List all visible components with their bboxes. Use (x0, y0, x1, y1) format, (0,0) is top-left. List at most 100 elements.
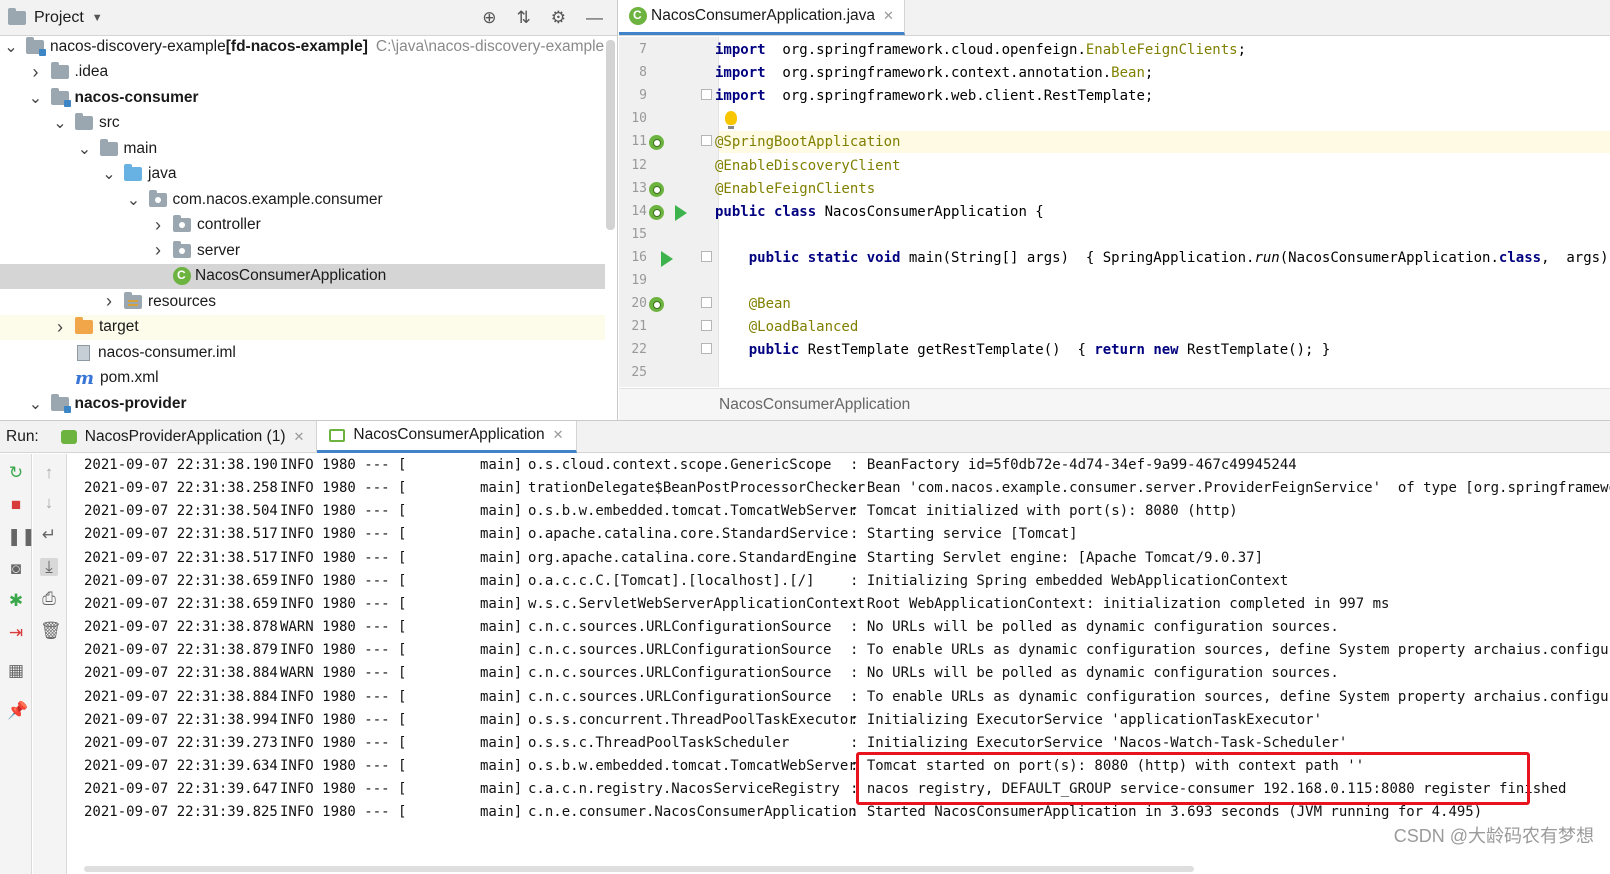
log-level: INFO 1980 --- [ (280, 595, 407, 612)
tree-item[interactable]: ›NacosConsumerApplication (0, 263, 605, 289)
log-thread: main] (480, 572, 523, 589)
log-time: 2021-09-07 22:31:38.879 (84, 642, 278, 659)
console-output[interactable]: 2021-09-07 22:31:38.190 INFO 1980 --- [ ma… (72, 454, 1610, 874)
spring-bean-icon[interactable] (649, 135, 664, 151)
run-icon[interactable] (675, 204, 687, 221)
fold-icon[interactable] (701, 89, 712, 101)
code-token: return new (1094, 342, 1179, 359)
log-time: 2021-09-07 22:31:38.190 (84, 457, 278, 473)
watermark: CSDN @大龄码农有梦想 (1393, 826, 1594, 846)
close-icon[interactable]: ✕ (883, 8, 894, 24)
log-thread: main] (480, 503, 523, 520)
line-number: 7 (639, 42, 647, 57)
pause-icon[interactable]: ❚❚ (7, 528, 36, 546)
tree-item[interactable]: ⌄ nacos-discovery-example [fd-nacos-examp… (0, 34, 605, 59)
log-level: INFO 1980 --- [ (280, 503, 407, 520)
log-logger: org.apache.catalina.core.StandardEngine (528, 549, 857, 566)
chevron-down-icon[interactable]: ⌄ (4, 37, 18, 57)
fold-icon[interactable] (701, 343, 712, 355)
tree-item[interactable]: › server (0, 238, 605, 263)
chevron-right-icon[interactable]: › (151, 240, 165, 261)
code-token: main(String[] args) { SpringApplication. (900, 249, 1255, 266)
tree-item-label: main (123, 139, 158, 157)
code-token: @LoadBalanced (748, 319, 859, 336)
lightbulb-icon[interactable] (725, 111, 737, 129)
log-level: INFO 1980 --- [ (280, 526, 407, 543)
log-time: 2021-09-07 22:31:38.884 (84, 688, 278, 705)
line-number: 9 (639, 88, 647, 104)
scroll-to-end-icon[interactable]: ⤓ (40, 558, 58, 576)
project-scrollbar[interactable] (606, 40, 615, 230)
tree-item[interactable]: ⌄ java (0, 162, 605, 187)
breadcrumb-item[interactable]: NacosConsumerApplication (719, 396, 910, 414)
tree-item[interactable]: › target (0, 314, 605, 340)
chevron-down-icon[interactable]: ⌄ (53, 113, 67, 133)
tree-item[interactable]: › resources (0, 289, 605, 314)
project-name-label: [fd-nacos-example] (225, 37, 368, 55)
tree-item-label: com.nacos.example.consumer (172, 190, 383, 208)
fold-icon[interactable] (701, 320, 712, 332)
fold-icon[interactable] (701, 297, 712, 309)
debug-icon[interactable]: ✱ (7, 592, 25, 610)
close-icon[interactable]: ✕ (553, 427, 564, 443)
layout-icon[interactable]: ▦ (7, 662, 25, 680)
chevron-down-icon[interactable]: ⌄ (78, 139, 92, 159)
run-icon[interactable] (661, 250, 673, 267)
arrow-up-icon[interactable]: ↑ (40, 464, 58, 482)
folder-icon (50, 62, 69, 79)
tree-item-label: controller (197, 216, 261, 233)
project-view-icon (8, 7, 26, 25)
chevron-right-icon[interactable]: › (102, 291, 116, 312)
chevron-right-icon[interactable]: › (53, 317, 67, 338)
gear-icon[interactable]: ⚙ (551, 8, 566, 28)
collapse-all-icon[interactable]: ⇅ (517, 8, 531, 28)
module-file-icon (77, 344, 90, 361)
tree-item[interactable]: ⌄ nacos-consumer (0, 85, 605, 110)
tree-item[interactable]: ⌄ main (0, 136, 605, 161)
print-icon[interactable]: ⎙ (40, 590, 58, 608)
code-line: @SpringBootApplication (715, 131, 900, 154)
tree-item[interactable]: ⌄ com.nacos.example.consumer (0, 187, 605, 212)
editor-tab-nacos-consumer-application[interactable]: NacosConsumerApplication.java ✕ (619, 0, 905, 35)
stop-icon[interactable]: ■ (7, 496, 25, 514)
trash-icon[interactable]: 🗑 (40, 622, 62, 640)
chevron-right-icon[interactable]: › (29, 62, 43, 83)
chevron-down-icon[interactable]: ⌄ (127, 190, 141, 210)
chevron-down-icon[interactable]: ⌄ (29, 88, 43, 108)
arrow-down-icon[interactable]: ↓ (40, 494, 58, 512)
fold-icon[interactable] (701, 135, 712, 147)
log-level: INFO 1980 --- [ (280, 572, 407, 589)
hide-icon[interactable]: — (586, 8, 603, 28)
code-token: import (715, 65, 766, 82)
tree-item[interactable]: › controller (0, 213, 605, 238)
resources-folder-icon (124, 291, 142, 309)
fold-icon[interactable] (701, 250, 712, 262)
chevron-down-icon[interactable]: ▼ (92, 12, 103, 24)
exit-icon[interactable]: ⇥ (7, 624, 25, 642)
log-time: 2021-09-07 22:31:39.634 (84, 757, 278, 774)
tree-item[interactable]: ›nacos-consumer.iml (0, 340, 605, 365)
tree-item[interactable]: ⌄ nacos-provider (0, 391, 605, 416)
tree-item[interactable]: › .idea (0, 60, 605, 85)
tree-item-label: java (148, 165, 177, 182)
spring-bean-icon[interactable] (649, 204, 664, 220)
run-tab-consumer[interactable]: NacosConsumerApplication ✕ (317, 420, 577, 453)
console-horizontal-scrollbar[interactable] (84, 866, 1194, 872)
pin-icon[interactable]: 📌 (7, 702, 28, 720)
spring-bean-icon[interactable] (649, 297, 664, 313)
spring-bean-icon[interactable] (649, 181, 664, 197)
chevron-right-icon[interactable]: › (151, 215, 165, 236)
locate-icon[interactable]: ⊕ (482, 8, 496, 28)
tree-item[interactable]: ›mpom.xml (0, 366, 605, 391)
chevron-down-icon[interactable]: ⌄ (29, 394, 43, 414)
close-icon[interactable]: ✕ (293, 429, 304, 445)
folder-icon (99, 138, 118, 156)
rerun-icon[interactable]: ↻ (7, 464, 25, 482)
run-tab-provider[interactable]: NacosProviderApplication (1) ✕ (49, 420, 318, 453)
tree-item[interactable]: ⌄ src (0, 111, 605, 136)
camera-icon[interactable]: ◙ (7, 560, 25, 578)
soft-wrap-icon[interactable]: ↵ (40, 526, 58, 544)
chevron-down-icon[interactable]: ⌄ (102, 164, 116, 184)
project-panel-title[interactable]: Project (34, 9, 84, 27)
